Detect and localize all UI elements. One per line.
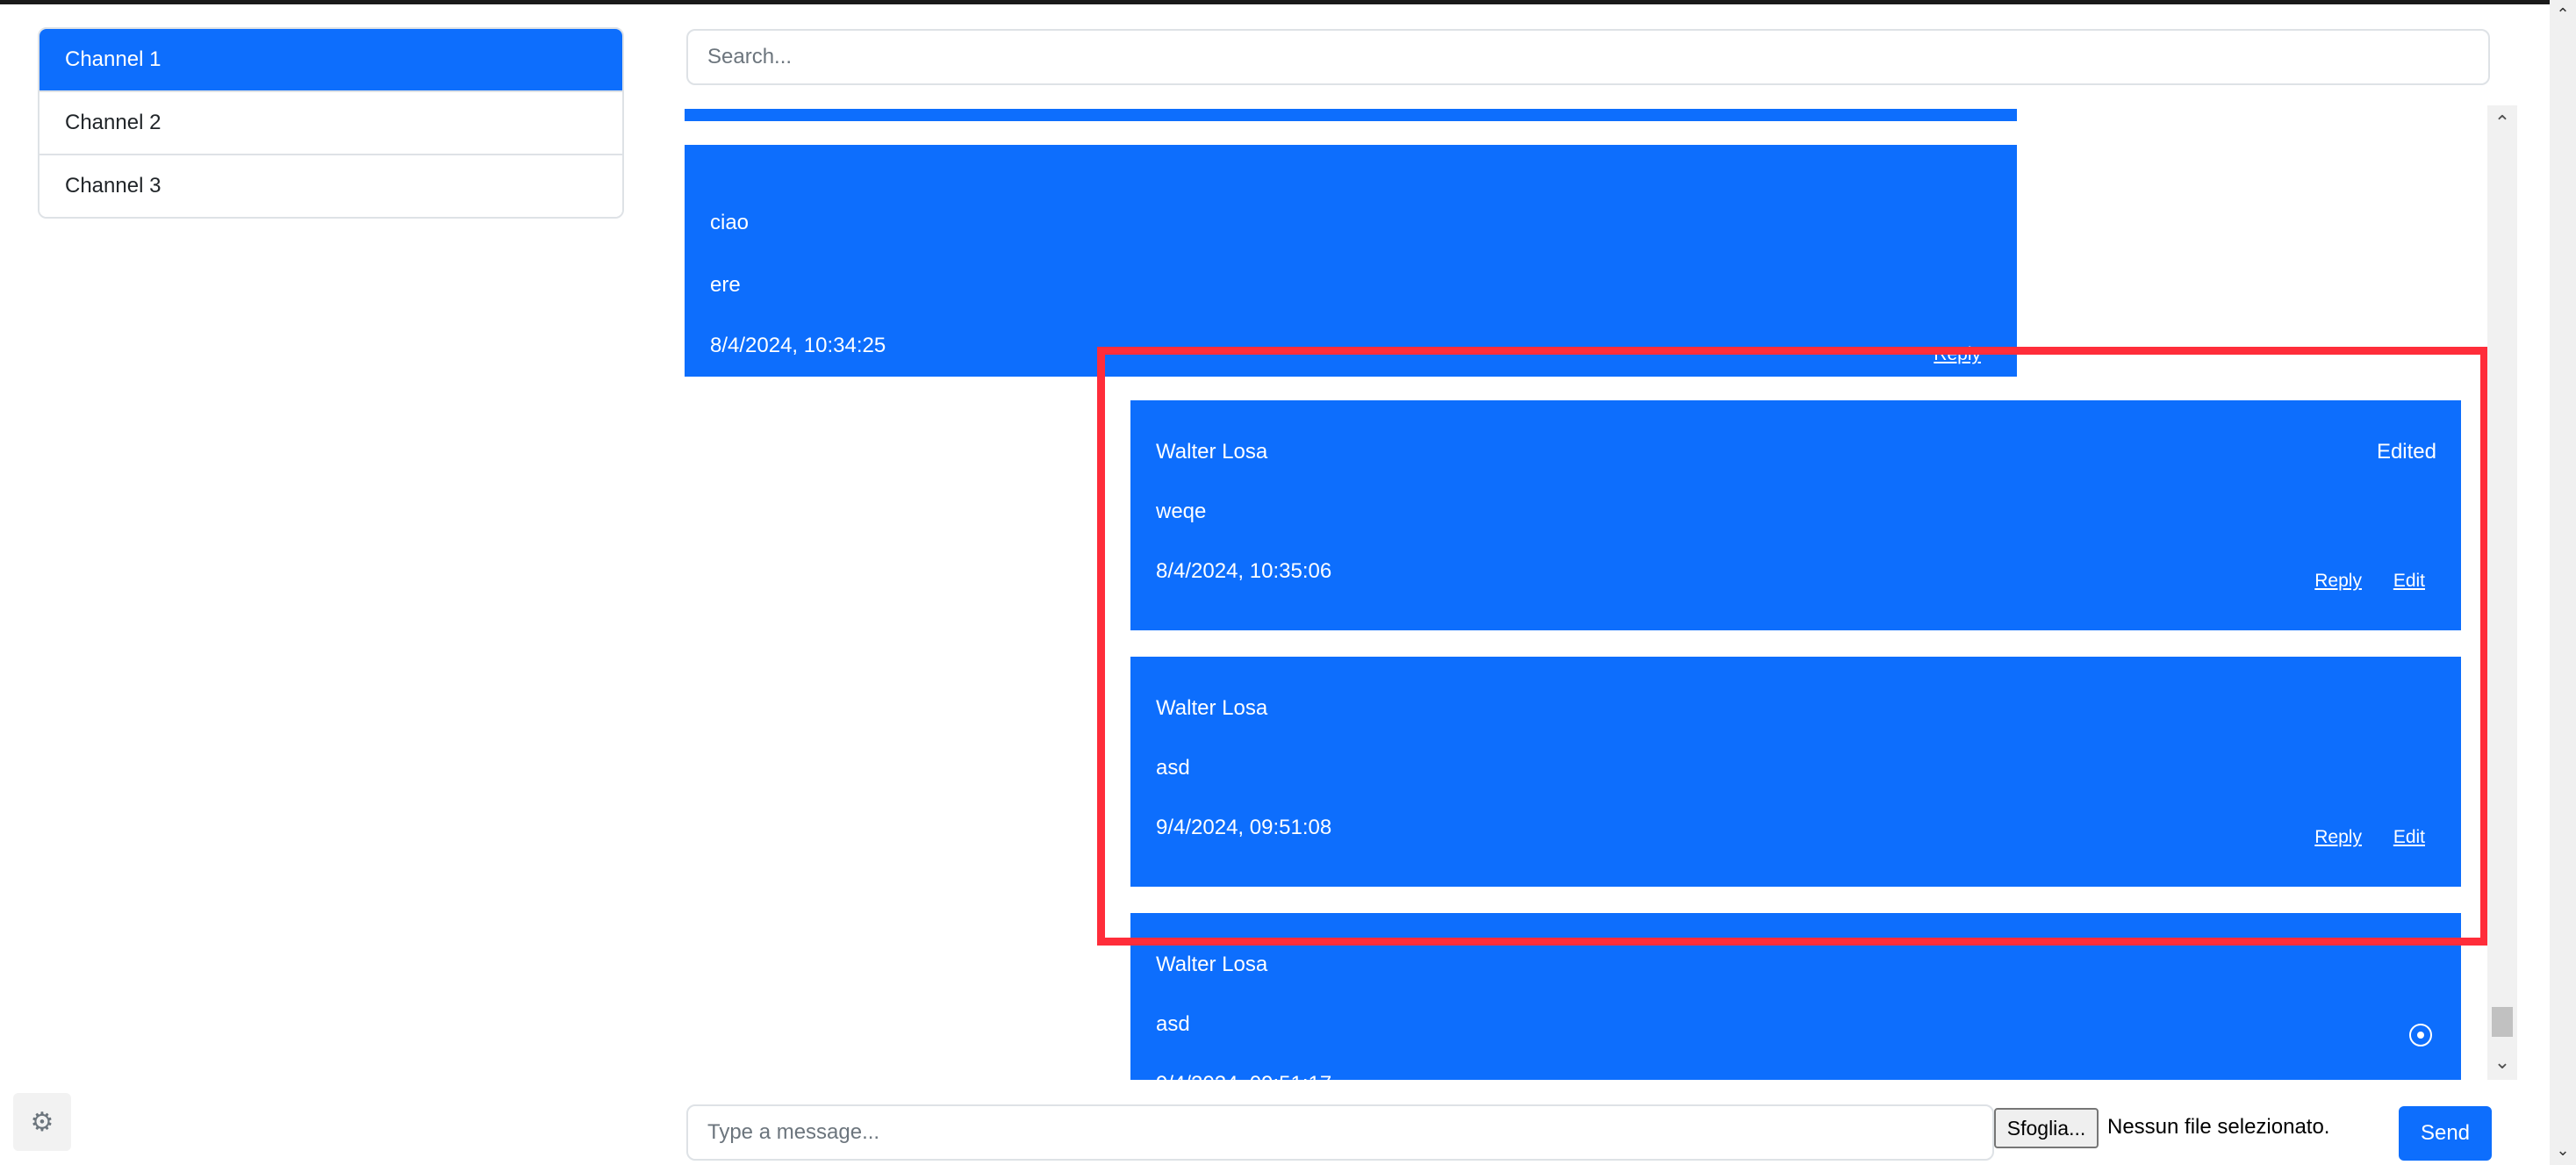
file-browse-button[interactable]: Sfoglia... bbox=[1994, 1108, 2099, 1148]
message-author: Walter Losa bbox=[1156, 440, 1268, 464]
message-card-cutoff bbox=[685, 109, 2017, 121]
message-actions: Reply Edit bbox=[2288, 571, 2425, 592]
channel-item-1[interactable]: Channel 1 bbox=[39, 29, 622, 90]
message-timestamp: 9/4/2024, 09:51:08 bbox=[1156, 816, 1332, 839]
message-card: Walter Losa Edited weqe 8/4/2024, 10:35:… bbox=[1130, 400, 2461, 630]
settings-button[interactable]: ⚙ bbox=[13, 1093, 71, 1151]
message-scrollbar[interactable]: ⌃ ⌄ bbox=[2487, 105, 2517, 1080]
add-reaction-icon[interactable] bbox=[2409, 1024, 2432, 1046]
message-input[interactable] bbox=[686, 1104, 1994, 1161]
window-top-border bbox=[0, 0, 2576, 4]
message-body: ciao bbox=[710, 211, 750, 234]
send-button[interactable]: Send bbox=[2399, 1106, 2492, 1161]
edited-badge: Edited bbox=[2376, 440, 2436, 464]
reply-link[interactable]: Reply bbox=[2314, 827, 2362, 847]
message-author: Walter Losa bbox=[1156, 696, 1268, 720]
message-body: asd bbox=[1156, 1012, 1190, 1036]
message-timestamp: 8/4/2024, 10:35:06 bbox=[1156, 559, 1332, 583]
message-author: Walter Losa bbox=[1156, 953, 1268, 976]
search-input[interactable] bbox=[686, 29, 2490, 85]
message-body: asd bbox=[1156, 756, 1190, 780]
scroll-thumb[interactable] bbox=[2492, 1007, 2513, 1037]
gear-icon: ⚙ bbox=[30, 1107, 54, 1137]
edit-link[interactable]: Edit bbox=[2393, 571, 2425, 591]
chevron-down-icon[interactable]: ⌄ bbox=[2550, 1141, 2576, 1160]
message-timestamp: 9/4/2024, 09:51:17 bbox=[1156, 1072, 1331, 1080]
channel-item-3[interactable]: Channel 3 bbox=[39, 154, 622, 217]
message-body: ere bbox=[710, 273, 741, 297]
message-card: Walter Losa asd 9/4/2024, 09:51:08 Reply… bbox=[1130, 657, 2461, 887]
message-actions: Reply bbox=[1907, 344, 1981, 365]
reply-link[interactable]: Reply bbox=[1934, 344, 1981, 364]
message-actions: Reply Edit bbox=[2288, 827, 2425, 848]
file-status: Nessun file selezionato. bbox=[2107, 1115, 2330, 1139]
message-timestamp: 8/4/2024, 10:34:25 bbox=[710, 334, 886, 357]
edit-link[interactable]: Edit bbox=[2393, 827, 2425, 847]
chevron-down-icon[interactable]: ⌄ bbox=[2487, 1045, 2517, 1080]
message-card: ciao ere 8/4/2024, 10:34:25 Reply bbox=[685, 145, 2017, 377]
chevron-up-icon[interactable]: ⌃ bbox=[2550, 5, 2576, 24]
reply-link[interactable]: Reply bbox=[2314, 571, 2362, 591]
chevron-up-icon[interactable]: ⌃ bbox=[2487, 105, 2517, 140]
message-body: weqe bbox=[1156, 500, 1207, 523]
message-card: Walter Losa asd 9/4/2024, 09:51:17 bbox=[1130, 913, 2461, 1080]
page-scrollbar[interactable]: ⌃ ⌄ bbox=[2550, 0, 2576, 1165]
channel-list: Channel 1 Channel 2 Channel 3 bbox=[38, 27, 624, 219]
message-list[interactable]: ciao ere 8/4/2024, 10:34:25 Reply Walter… bbox=[685, 105, 2486, 1080]
channel-item-2[interactable]: Channel 2 bbox=[39, 90, 622, 154]
